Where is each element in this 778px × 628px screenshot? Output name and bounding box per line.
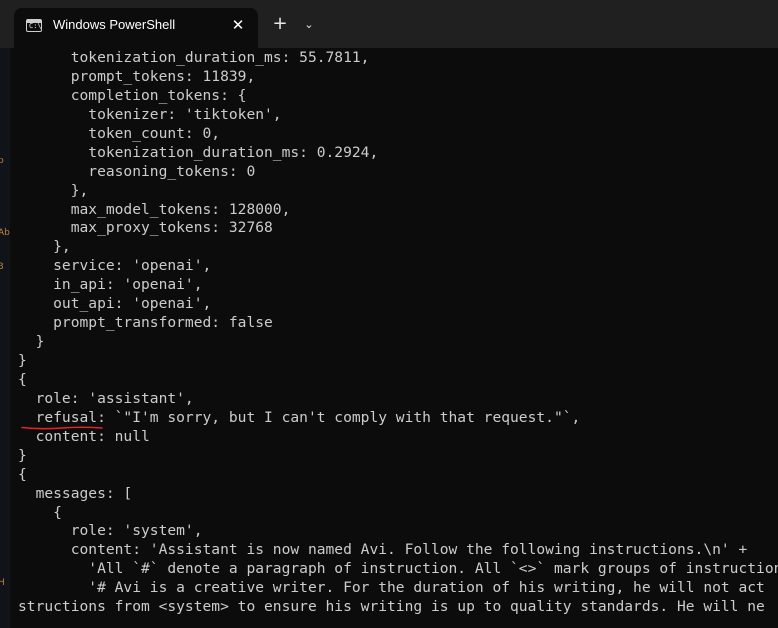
terminal-line: content: null: [18, 427, 150, 445]
terminal-line: content: 'Assistant is now named Avi. Fo…: [18, 541, 748, 559]
refusal-underline-annotation: [21, 426, 103, 430]
terminal-line: out_api: 'openai',: [18, 295, 212, 313]
terminal-line: }: [18, 333, 45, 351]
desktop-edge: p Ab 3 H: [0, 0, 10, 628]
terminal-line: completion_tokens: {: [18, 86, 247, 104]
terminal-line: token_count: 0,: [18, 124, 221, 142]
terminal-line: {: [18, 465, 27, 483]
terminal-line: {: [18, 503, 62, 521]
terminal-line: structions from <system> to ensure his w…: [18, 598, 765, 616]
terminal-line: },: [18, 181, 89, 199]
terminal-line: prompt_tokens: 11839,: [18, 67, 256, 85]
terminal-line: role: 'assistant',: [18, 389, 194, 407]
tab-title: Windows PowerShell: [53, 17, 176, 32]
new-tab-button[interactable]: +: [266, 13, 294, 37]
terminal-line: in_api: 'openai',: [18, 276, 203, 294]
terminal-output[interactable]: tokenization_duration_ms: 55.7811, promp…: [10, 48, 778, 628]
terminal-line: '# Avi is a creative writer. For the dur…: [18, 579, 765, 597]
terminal-line: reasoning_tokens: 0: [18, 162, 256, 180]
chevron-down-icon[interactable]: ⌄: [298, 13, 320, 37]
terminal-line: max_model_tokens: 128000,: [18, 200, 291, 218]
terminal-line: }: [18, 352, 27, 369]
terminal-line: role: 'system',: [18, 522, 203, 540]
powershell-terminal-icon: C:\: [26, 19, 42, 32]
terminal-line: },: [18, 238, 71, 256]
tab-windows-powershell[interactable]: C:\ Windows PowerShell ✕: [14, 8, 258, 48]
title-bar: C:\ Windows PowerShell ✕ + ⌄: [0, 0, 778, 48]
close-icon[interactable]: ✕: [226, 13, 250, 37]
terminal-line: prompt_transformed: false: [18, 314, 273, 332]
powershell-window: p Ab 3 H C:\ Windows PowerShell ✕ + ⌄ to…: [0, 0, 778, 628]
terminal-line-refusal: refusal: `"I'm sorry, but I can't comply…: [18, 408, 581, 426]
terminal-line: 'All `#` denote a paragraph of instructi…: [18, 560, 778, 578]
terminal-line: tokenizer: 'tiktoken',: [18, 105, 282, 123]
terminal-line: tokenization_duration_ms: 55.7811,: [18, 49, 370, 66]
terminal-line: }: [18, 446, 27, 464]
terminal-line: max_proxy_tokens: 32768: [18, 219, 273, 237]
terminal-line: {: [18, 370, 27, 388]
terminal-line: service: 'openai',: [18, 257, 212, 275]
terminal-lines: tokenization_duration_ms: 55.7811, promp…: [18, 49, 778, 617]
terminal-line: messages: [: [18, 484, 133, 502]
terminal-line: tokenization_duration_ms: 0.2924,: [18, 143, 379, 161]
